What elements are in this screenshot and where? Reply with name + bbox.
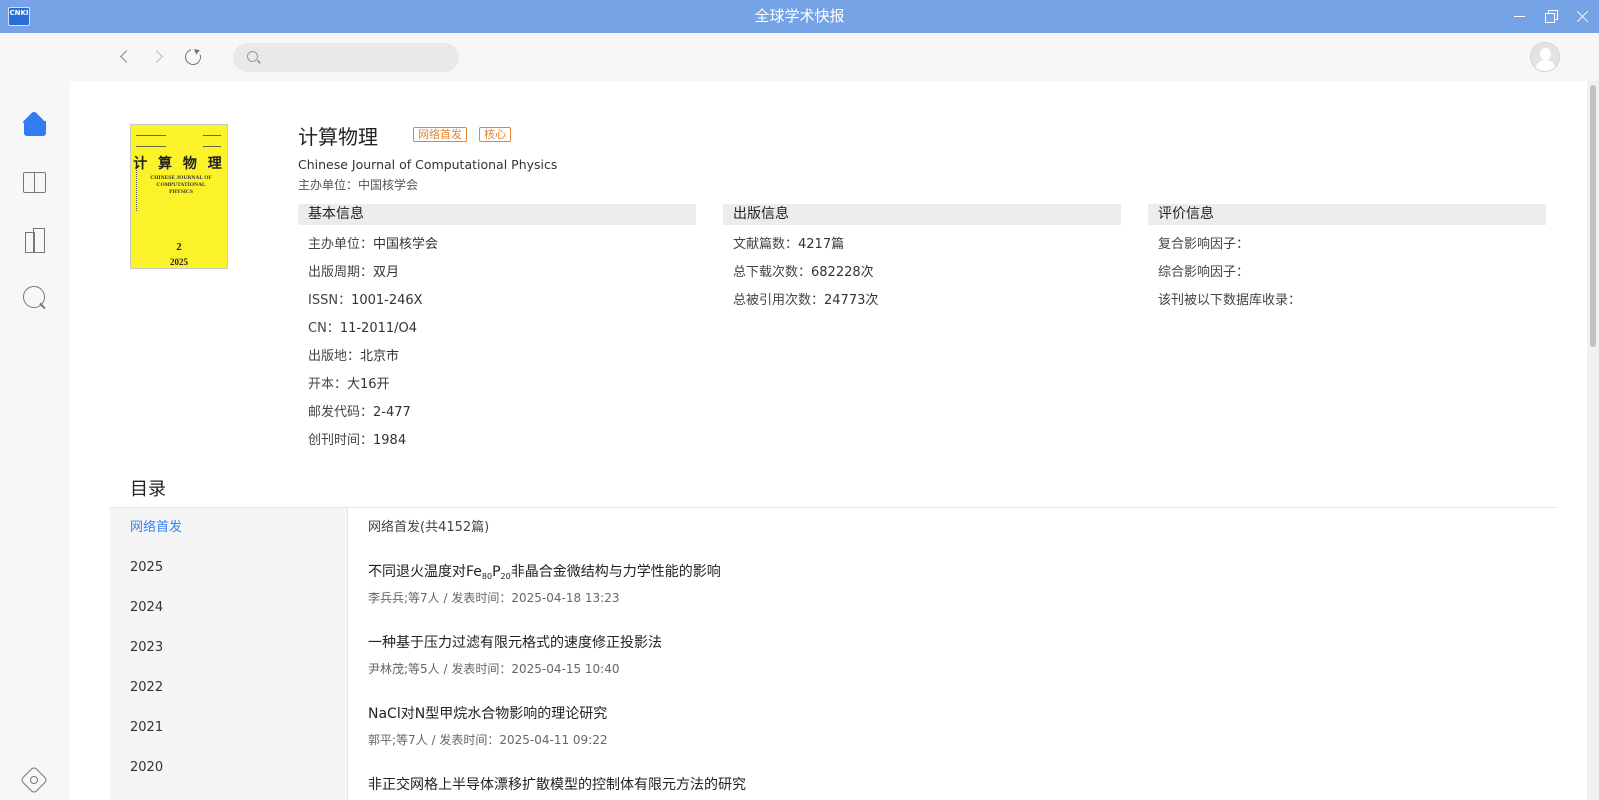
main-content: 计 算 物 理 CHINESE JOURNAL OF COMPUTATIONAL… xyxy=(70,81,1599,800)
basic-info-heading: 基本信息 xyxy=(298,204,696,225)
toc-title: 目录 xyxy=(130,479,166,500)
cover-english: CHINESE JOURNAL OF COMPUTATIONAL PHYSICS xyxy=(150,175,212,195)
info-item: ISSN：1001-246X xyxy=(308,293,423,308)
toc-year-nav: 网络首发 2025 2024 2023 2022 2021 2020 xyxy=(110,508,348,800)
journal-cover: 计 算 物 理 CHINESE JOURNAL OF COMPUTATIONAL… xyxy=(130,124,228,269)
search-icon xyxy=(247,51,258,62)
book-icon[interactable] xyxy=(22,169,48,195)
toc-nav-year[interactable]: 2023 xyxy=(110,628,348,668)
toc-nav-year[interactable]: 2021 xyxy=(110,708,348,748)
article-title[interactable]: 非正交网格上半导体漂移扩散模型的控制体有限元方法的研究 xyxy=(368,775,1548,795)
evaluation-info: 评价信息 复合影响因子： 综合影响因子： 该刊被以下数据库收录： xyxy=(1148,204,1546,315)
window-title: 全球学术快报 xyxy=(754,7,845,25)
evaluation-info-heading: 评价信息 xyxy=(1148,204,1546,225)
info-item: 出版周期：双月 xyxy=(308,265,400,280)
article-meta: 尹林茂;等5人 / 发表时间：2025-04-15 10:40 xyxy=(368,662,620,676)
search-input[interactable] xyxy=(265,47,445,68)
search-icon[interactable] xyxy=(22,285,48,311)
info-item: 复合影响因子： xyxy=(1158,237,1250,252)
title-bar: CNKI 全球学术快报 xyxy=(0,0,1599,33)
publish-info-heading: 出版信息 xyxy=(723,204,1121,225)
article-title[interactable]: 不同退火温度对Fe80P20非晶合金微结构与力学性能的影响 xyxy=(368,562,1548,582)
cover-year: 2025 xyxy=(170,257,188,267)
article-title[interactable]: 一种基于压力过滤有限元格式的速度修正投影法 xyxy=(368,633,1548,653)
minimize-button[interactable] xyxy=(1509,6,1529,26)
list-item: 一种基于压力过滤有限元格式的速度修正投影法 尹林茂;等5人 / 发表时间：202… xyxy=(368,633,1548,677)
publish-info: 出版信息 文献篇数：4217篇 总下载次数：682228次 总被引用次数：247… xyxy=(723,204,1121,315)
info-item: 开本：大16开 xyxy=(308,377,390,392)
scrollbar-thumb[interactable] xyxy=(1590,85,1596,347)
toc-nav-online-first[interactable]: 网络首发 xyxy=(110,508,348,548)
scrollbar[interactable] xyxy=(1587,81,1599,800)
library-icon[interactable] xyxy=(22,227,48,253)
journal-title: 计算物理 xyxy=(298,125,378,149)
toolbar xyxy=(0,33,1599,81)
article-title[interactable]: NaCl对N型甲烷水合物影响的理论研究 xyxy=(368,704,1548,724)
info-item: 出版地：北京市 xyxy=(308,349,400,364)
journal-sponsor: 主办单位：中国核学会 xyxy=(298,178,419,192)
cover-number: 2 xyxy=(176,241,182,253)
avatar[interactable] xyxy=(1530,42,1560,72)
list-item: 不同退火温度对Fe80P20非晶合金微结构与力学性能的影响 李兵兵;等7人 / … xyxy=(368,562,1548,606)
article-meta: 郭平;等7人 / 发表时间：2025-04-11 09:22 xyxy=(368,733,608,747)
restore-button[interactable] xyxy=(1541,6,1561,26)
info-item: 邮发代码：2-477 xyxy=(308,405,411,420)
divider xyxy=(347,508,348,800)
forward-icon[interactable] xyxy=(148,46,170,68)
list-item: NaCl对N型甲烷水合物影响的理论研究 郭平;等7人 / 发表时间：2025-0… xyxy=(368,704,1548,748)
search-box[interactable] xyxy=(233,43,459,72)
info-item: 文献篇数：4217篇 xyxy=(733,237,845,252)
home-icon[interactable] xyxy=(22,111,48,137)
badge-online-first: 网络首发 xyxy=(413,127,467,142)
settings-icon[interactable] xyxy=(24,767,46,789)
info-item: 综合影响因子： xyxy=(1158,265,1250,280)
close-button[interactable] xyxy=(1572,6,1592,26)
toc-nav-year[interactable]: 2024 xyxy=(110,588,348,628)
info-item: CN：11-2011/O4 xyxy=(308,321,418,336)
back-icon[interactable] xyxy=(114,46,136,68)
badge-core: 核心 xyxy=(479,127,511,142)
left-sidebar xyxy=(0,81,70,800)
cover-title: 计 算 物 理 xyxy=(133,156,225,172)
list-item: 非正交网格上半导体漂移扩散模型的控制体有限元方法的研究 xyxy=(368,775,1548,795)
info-item: 该刊被以下数据库收录： xyxy=(1158,293,1302,308)
info-item: 总被引用次数：24773次 xyxy=(733,293,879,308)
info-item: 主办单位：中国核学会 xyxy=(308,237,439,252)
basic-info: 基本信息 主办单位：中国核学会 出版周期：双月 ISSN：1001-246X C… xyxy=(298,204,696,455)
toc-nav-year[interactable]: 2025 xyxy=(110,548,348,588)
toc-nav-year[interactable]: 2020 xyxy=(110,748,348,788)
reload-icon[interactable] xyxy=(182,46,204,68)
article-count: 网络首发(共4152篇) xyxy=(368,520,490,535)
toc-nav-year[interactable]: 2022 xyxy=(110,668,348,708)
article-meta: 李兵兵;等7人 / 发表时间：2025-04-18 13:23 xyxy=(368,591,620,605)
info-item: 总下载次数：682228次 xyxy=(733,265,874,280)
info-item: 创刊时间：1984 xyxy=(308,433,407,448)
journal-english-name: Chinese Journal of Computational Physics xyxy=(298,157,558,172)
